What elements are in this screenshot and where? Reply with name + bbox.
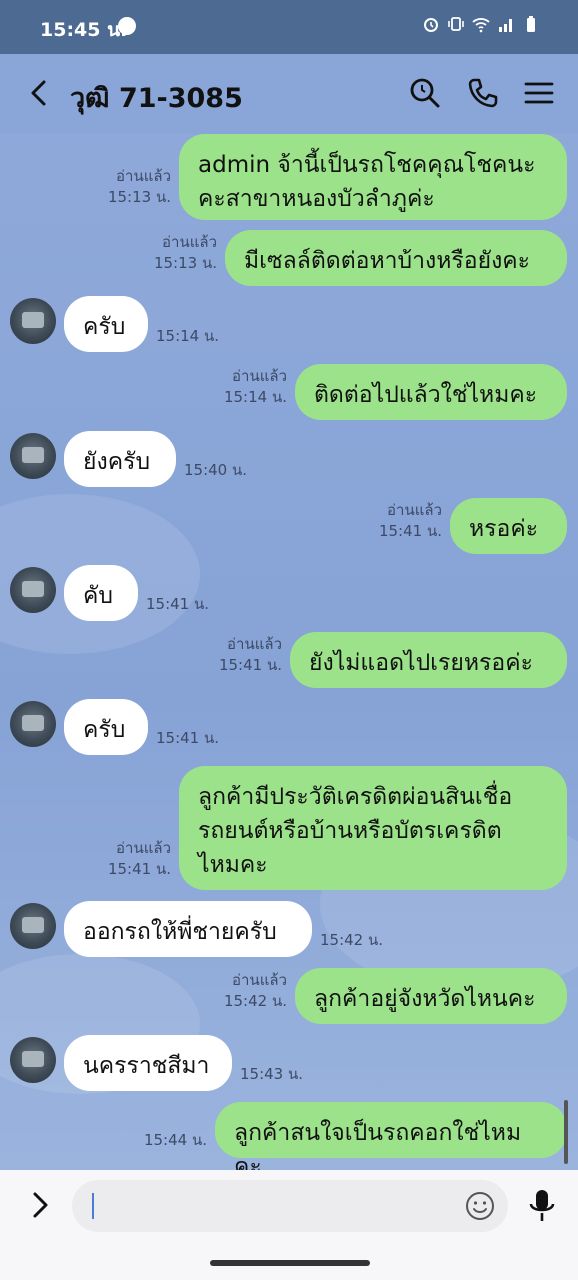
message-meta: อ่านแล้ว 15:41 น. <box>219 634 282 676</box>
message-meta: 15:41 น. <box>156 728 219 749</box>
voice-message-button[interactable] <box>526 1188 558 1224</box>
avatar[interactable] <box>10 298 56 344</box>
message-bubble[interactable]: ยังไม่แอดไปเรยหรอค่ะ <box>290 632 567 688</box>
message-time: 15:42 น. <box>223 992 287 1010</box>
alarm-icon <box>422 15 440 33</box>
message-bubble[interactable]: ออกรถให้พี่ชายครับ <box>64 901 312 957</box>
message-meta: อ่านแล้ว 15:13 น. <box>108 166 171 208</box>
menu-button[interactable] <box>522 76 556 110</box>
message-time: 15:40 น. <box>184 461 248 479</box>
chevron-right-icon <box>33 1192 48 1218</box>
vibrate-icon <box>447 15 465 33</box>
message-bubble[interactable]: admin จ้านี้เป็นรถโชคคุณโชคนะ คะสาขาหนอง… <box>179 134 567 220</box>
search-icon <box>410 78 440 108</box>
avatar[interactable] <box>10 1037 56 1083</box>
message-meta: 15:43 น. <box>240 1064 303 1085</box>
read-receipt: อ่านแล้ว <box>232 971 287 989</box>
message-time: 15:13 น. <box>153 254 217 272</box>
message-bubble[interactable]: ครับ <box>64 699 148 755</box>
read-receipt: อ่านแล้ว <box>227 635 282 653</box>
input-bar <box>0 1170 578 1280</box>
message-bubble[interactable]: มีเซลล์ติดต่อหาบ้างหรือยังคะ <box>225 230 567 286</box>
chevron-left-icon <box>31 80 46 106</box>
smiley-icon <box>466 1192 494 1220</box>
emoji-button[interactable] <box>464 1190 496 1222</box>
message-time: 15:41 น. <box>218 656 282 674</box>
message-meta: 15:14 น. <box>156 326 219 347</box>
status-icons <box>422 15 540 33</box>
phone-icon <box>468 78 498 108</box>
message-meta: 15:44 น. <box>144 1130 207 1151</box>
message-bubble[interactable]: คับ <box>64 565 138 621</box>
message-bubble[interactable]: นครราชสีมา <box>64 1035 232 1091</box>
hamburger-menu-icon <box>524 82 554 104</box>
message-bubble[interactable]: หรอค่ะ <box>450 498 567 554</box>
chat-scrollbar[interactable] <box>564 1100 568 1164</box>
message-meta: อ่านแล้ว 15:42 น. <box>224 970 287 1012</box>
status-bar: 15:45 น. <box>0 0 578 54</box>
chat-area[interactable]: admin จ้านี้เป็นรถโชคคุณโชคนะ คะสาขาหนอง… <box>0 134 578 1170</box>
wifi-icon <box>472 15 490 33</box>
message-meta: 15:42 น. <box>320 930 383 951</box>
avatar[interactable] <box>10 567 56 613</box>
message-bubble[interactable]: ลูกค้าสนใจเป็นรถคอกใช่ไหมคะ <box>215 1102 567 1170</box>
avatar[interactable] <box>10 701 56 747</box>
battery-icon <box>522 15 540 33</box>
message-bubble[interactable]: ลูกค้ามีประวัติเครดิตผ่อนสินเชื่อ รถยนต์… <box>179 766 567 890</box>
home-indicator[interactable] <box>210 1260 370 1266</box>
message-bubble[interactable]: ลูกค้าอยู่จังหวัดไหนคะ <box>295 968 567 1024</box>
chat-title[interactable]: วุฒิ 71-3085 <box>70 76 243 119</box>
status-time: 15:45 น. <box>40 19 128 41</box>
avatar[interactable] <box>10 433 56 479</box>
messenger-notification-icon <box>118 17 136 35</box>
microphone-icon <box>529 1190 555 1221</box>
message-time: 15:41 น. <box>378 522 442 540</box>
read-receipt: อ่านแล้ว <box>116 839 171 857</box>
message-time: 15:44 น. <box>143 1131 207 1149</box>
message-bubble[interactable]: ติดต่อไปแล้วใช่ไหมคะ <box>295 364 567 420</box>
message-meta: 15:41 น. <box>146 594 209 615</box>
message-meta: อ่านแล้ว 15:13 น. <box>154 232 217 274</box>
message-time: 15:42 น. <box>320 931 384 949</box>
message-time: 15:13 น. <box>107 188 171 206</box>
message-bubble[interactable]: ยังครับ <box>64 431 176 487</box>
message-bubble[interactable]: ครับ <box>64 296 148 352</box>
chat-header: วุฒิ 71-3085 <box>0 54 578 134</box>
read-receipt: อ่านแล้ว <box>116 167 171 185</box>
avatar[interactable] <box>10 903 56 949</box>
back-button[interactable] <box>22 76 56 110</box>
call-button[interactable] <box>466 76 500 110</box>
signal-icon <box>497 15 515 33</box>
message-time: 15:14 น. <box>156 327 220 345</box>
read-receipt: อ่านแล้ว <box>387 501 442 519</box>
message-time: 15:14 น. <box>223 388 287 406</box>
message-meta: อ่านแล้ว 15:14 น. <box>224 366 287 408</box>
message-time: 15:43 น. <box>240 1065 304 1083</box>
read-receipt: อ่านแล้ว <box>162 233 217 251</box>
message-meta: อ่านแล้ว 15:41 น. <box>379 500 442 542</box>
message-meta: 15:40 น. <box>184 460 247 481</box>
message-time: 15:41 น. <box>107 860 171 878</box>
expand-menu-button[interactable] <box>24 1188 58 1222</box>
message-meta: อ่านแล้ว 15:41 น. <box>108 838 171 880</box>
message-time: 15:41 น. <box>156 729 220 747</box>
read-receipt: อ่านแล้ว <box>232 367 287 385</box>
text-caret <box>92 1193 94 1219</box>
message-time: 15:41 น. <box>146 595 210 613</box>
search-button[interactable] <box>408 76 442 110</box>
message-input[interactable] <box>72 1180 508 1232</box>
